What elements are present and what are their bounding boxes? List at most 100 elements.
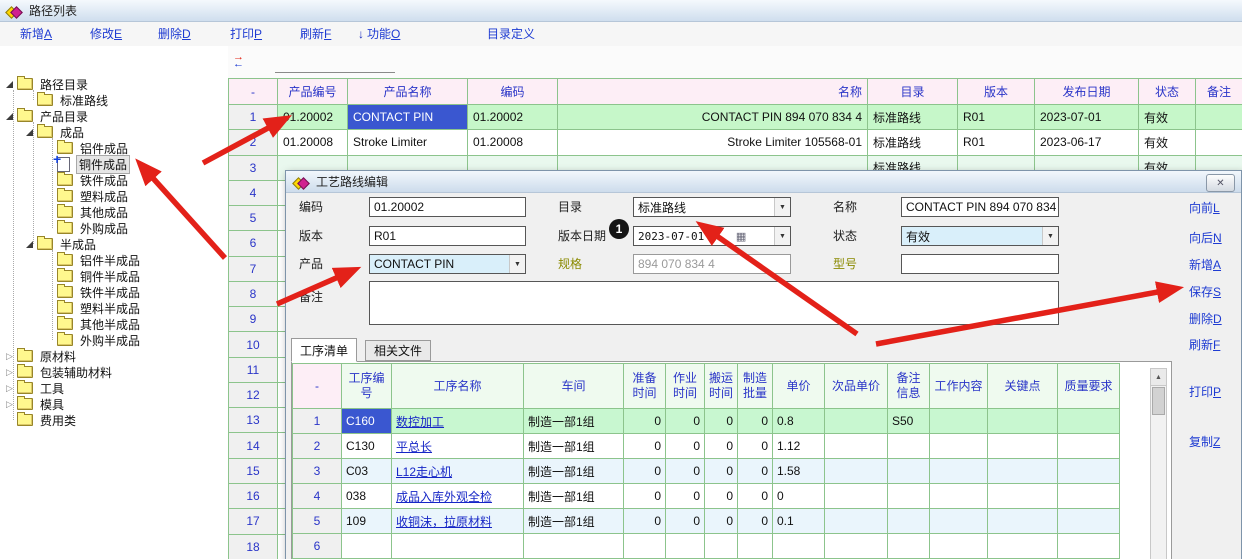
table-cell[interactable] [666,534,705,559]
table-cell[interactable] [825,434,888,459]
table-cell[interactable]: Stroke Limiter [348,130,468,155]
table-cell[interactable]: 1.12 [773,434,825,459]
table-cell[interactable]: 制造一部1组 [524,409,624,434]
dialog-button-forward[interactable]: 向前L [1189,199,1237,215]
table-cell[interactable]: 0 [705,484,738,509]
row-number[interactable]: 5 [229,206,278,231]
table-cell[interactable]: Stroke Limiter 105568-01 [558,130,868,155]
row-number[interactable]: 15 [229,459,278,484]
table-cell[interactable]: CONTACT PIN 894 070 834 4 [558,105,868,130]
toolbar-button-catalog-define[interactable]: 目录定义 [487,25,535,43]
table-cell[interactable]: 0 [666,509,705,534]
table-cell[interactable] [988,509,1058,534]
row-number[interactable]: 7 [229,257,278,282]
column-header[interactable]: 制造批量 [738,364,773,409]
table-cell[interactable]: 0 [666,409,705,434]
swap-arrows-icon[interactable]: →← [233,54,249,68]
table-cell[interactable]: 标准路线 [868,130,958,155]
field-name[interactable]: CONTACT PIN 894 070 834 4 [901,197,1059,217]
table-cell[interactable]: CONTACT PIN [348,105,468,130]
table-cell[interactable]: 0 [738,409,773,434]
table-cell[interactable]: C160 [342,409,392,434]
table-cell[interactable]: C130 [342,434,392,459]
table-cell[interactable] [1058,409,1120,434]
table-cell[interactable] [988,434,1058,459]
column-header[interactable]: 次品单价 [825,364,888,409]
table-cell[interactable]: 1.58 [773,459,825,484]
dialog-button-print[interactable]: 打印P [1189,383,1237,399]
column-header[interactable]: 产品编号 [278,79,348,105]
column-header[interactable]: 工序编号 [342,364,392,409]
table-cell[interactable]: 2023-06-17 [1035,130,1139,155]
field-model[interactable] [901,254,1059,274]
tree-item[interactable]: 费用类 [0,412,228,428]
column-header[interactable]: - [293,364,342,409]
row-number[interactable]: 6 [293,534,342,559]
row-number[interactable]: 5 [293,509,342,534]
table-cell[interactable] [988,409,1058,434]
table-cell[interactable]: 成品入库外观全检 [392,484,524,509]
field-product-combo[interactable]: CONTACT PIN ▼ [369,254,526,274]
column-header[interactable]: 目录 [868,79,958,105]
toolbar-button-delete[interactable]: 删除D [158,25,191,43]
table-cell[interactable]: 0 [705,509,738,534]
dialog-button-copy[interactable]: 复制Z [1189,433,1237,449]
table-cell[interactable] [988,459,1058,484]
chevron-down-icon[interactable]: ▼ [774,198,790,216]
row-number[interactable]: 1 [293,409,342,434]
row-number[interactable]: 10 [229,332,278,357]
field-code[interactable]: 01.20002 [369,197,526,217]
table-cell[interactable]: 2023-07-01 [1035,105,1139,130]
table-cell[interactable]: R01 [958,130,1035,155]
column-header[interactable]: 备注 [1196,79,1242,105]
tree-item[interactable]: 铜件半成品 [0,268,228,284]
table-cell[interactable]: 0 [705,409,738,434]
table-cell[interactable] [825,509,888,534]
table-cell[interactable] [1058,434,1120,459]
row-number[interactable]: 13 [229,408,278,433]
dialog-button-refresh[interactable]: 刷新F [1189,336,1237,352]
table-cell[interactable] [888,509,930,534]
column-header[interactable]: 备注信息 [888,364,930,409]
table-cell[interactable]: 制造一部1组 [524,434,624,459]
column-header[interactable]: - [229,79,278,105]
expand-toggle-icon[interactable]: ▷ [6,384,17,393]
field-status-combo[interactable]: 有效 ▼ [901,226,1059,246]
tree-item[interactable]: 产品目录 [0,108,228,124]
column-header[interactable]: 准备时间 [624,364,666,409]
table-cell[interactable] [1196,105,1242,130]
row-number[interactable]: 4 [229,181,278,206]
dialog-button-delete[interactable]: 删除D [1189,310,1237,326]
table-cell[interactable] [930,509,988,534]
table-cell[interactable]: 0 [666,484,705,509]
tree-item[interactable]: 其他半成品 [0,316,228,332]
scrollbar-thumb[interactable] [1152,387,1165,415]
table-cell[interactable] [930,534,988,559]
tree-item[interactable]: 路径目录 [0,76,228,92]
vertical-scrollbar[interactable]: ▲ [1150,368,1167,559]
column-header[interactable]: 工序名称 [392,364,524,409]
table-cell[interactable]: 收铜沫，拉原材料 [392,509,524,534]
column-header[interactable]: 状态 [1139,79,1196,105]
filter-field-underline[interactable] [275,72,395,73]
dialog-button-add[interactable]: 新增A [1189,256,1237,272]
table-cell[interactable]: L12走心机 [392,459,524,484]
tree-item[interactable]: ▷包装辅助材料 [0,364,228,380]
table-cell[interactable] [392,534,524,559]
row-number[interactable]: 4 [293,484,342,509]
tree-item[interactable]: 铜件成品 [0,156,228,172]
table-cell[interactable]: 01.20002 [278,105,348,130]
table-cell[interactable] [888,434,930,459]
table-cell[interactable] [773,534,825,559]
tree-item[interactable]: ▷模具 [0,396,228,412]
expand-toggle-icon[interactable] [26,241,33,248]
column-header[interactable]: 搬运时间 [705,364,738,409]
expand-toggle-icon[interactable]: ▷ [6,352,17,361]
table-cell[interactable] [888,534,930,559]
table-cell[interactable]: 0 [738,484,773,509]
tree-item[interactable]: 其他成品 [0,204,228,220]
column-header[interactable]: 工作内容 [930,364,988,409]
table-cell[interactable]: 0 [738,459,773,484]
row-number[interactable]: 8 [229,282,278,307]
table-cell[interactable]: 038 [342,484,392,509]
